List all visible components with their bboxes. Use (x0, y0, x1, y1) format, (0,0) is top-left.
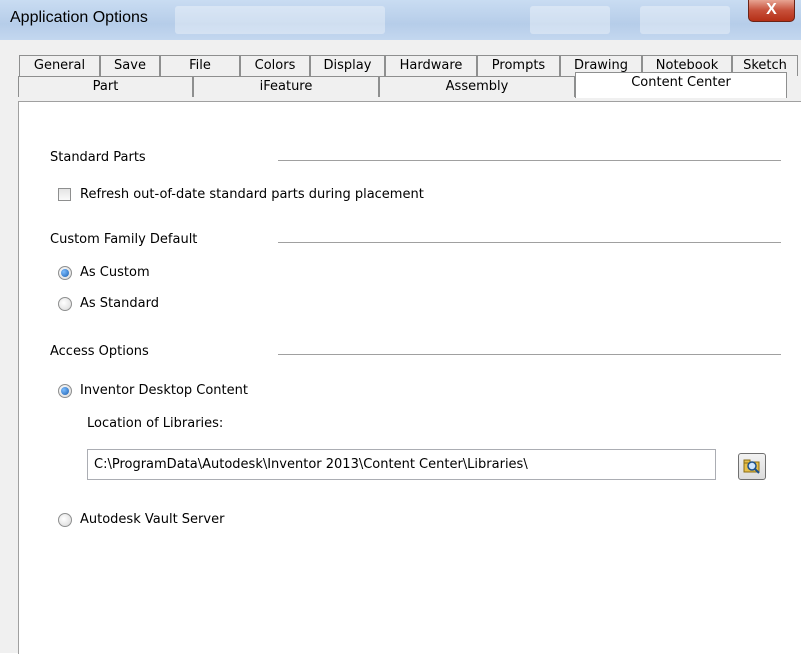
inventor-desktop-content-radio[interactable] (58, 384, 72, 398)
tab-display[interactable]: Display (310, 55, 385, 76)
section-divider (278, 160, 781, 161)
custom-family-heading: Custom Family Default (50, 232, 198, 247)
section-divider (278, 242, 781, 243)
refresh-standard-parts-checkbox[interactable] (58, 188, 71, 201)
tab-content-center[interactable]: Content Center (575, 72, 787, 98)
autodesk-vault-server-label[interactable]: Autodesk Vault Server (80, 512, 224, 527)
background-window-ghost (640, 6, 730, 34)
close-icon: X (766, 1, 777, 18)
location-of-libraries-label: Location of Libraries: (87, 416, 224, 431)
tab-save[interactable]: Save (100, 55, 160, 76)
as-custom-radio[interactable] (58, 266, 72, 280)
tab-assembly[interactable]: Assembly (379, 76, 575, 97)
libraries-path-input[interactable]: C:\ProgramData\Autodesk\Inventor 2013\Co… (87, 449, 716, 480)
inventor-desktop-content-label[interactable]: Inventor Desktop Content (80, 383, 248, 398)
folder-search-icon (743, 459, 760, 474)
tab-colors[interactable]: Colors (240, 55, 310, 76)
tab-part[interactable]: Part (18, 76, 193, 97)
close-button[interactable]: X (748, 0, 795, 22)
background-window-ghost (530, 6, 610, 34)
as-custom-label[interactable]: As Custom (80, 265, 150, 280)
window-title: Application Options (10, 9, 148, 26)
browse-libraries-button[interactable] (738, 453, 766, 480)
tab-general[interactable]: General (19, 55, 100, 76)
access-options-heading: Access Options (50, 344, 149, 359)
tab-file[interactable]: File (160, 55, 240, 76)
tab-ifeature[interactable]: iFeature (193, 76, 379, 97)
standard-parts-heading: Standard Parts (50, 150, 146, 165)
as-standard-label[interactable]: As Standard (80, 296, 159, 311)
title-bar: Application Options X (0, 0, 801, 40)
as-standard-radio[interactable] (58, 297, 72, 311)
refresh-standard-parts-label[interactable]: Refresh out-of-date standard parts durin… (80, 187, 424, 202)
autodesk-vault-server-radio[interactable] (58, 513, 72, 527)
section-divider (278, 354, 781, 355)
tab-panel (18, 101, 801, 654)
background-window-ghost (175, 6, 385, 34)
tab-prompts[interactable]: Prompts (477, 55, 560, 76)
tab-hardware[interactable]: Hardware (385, 55, 477, 76)
